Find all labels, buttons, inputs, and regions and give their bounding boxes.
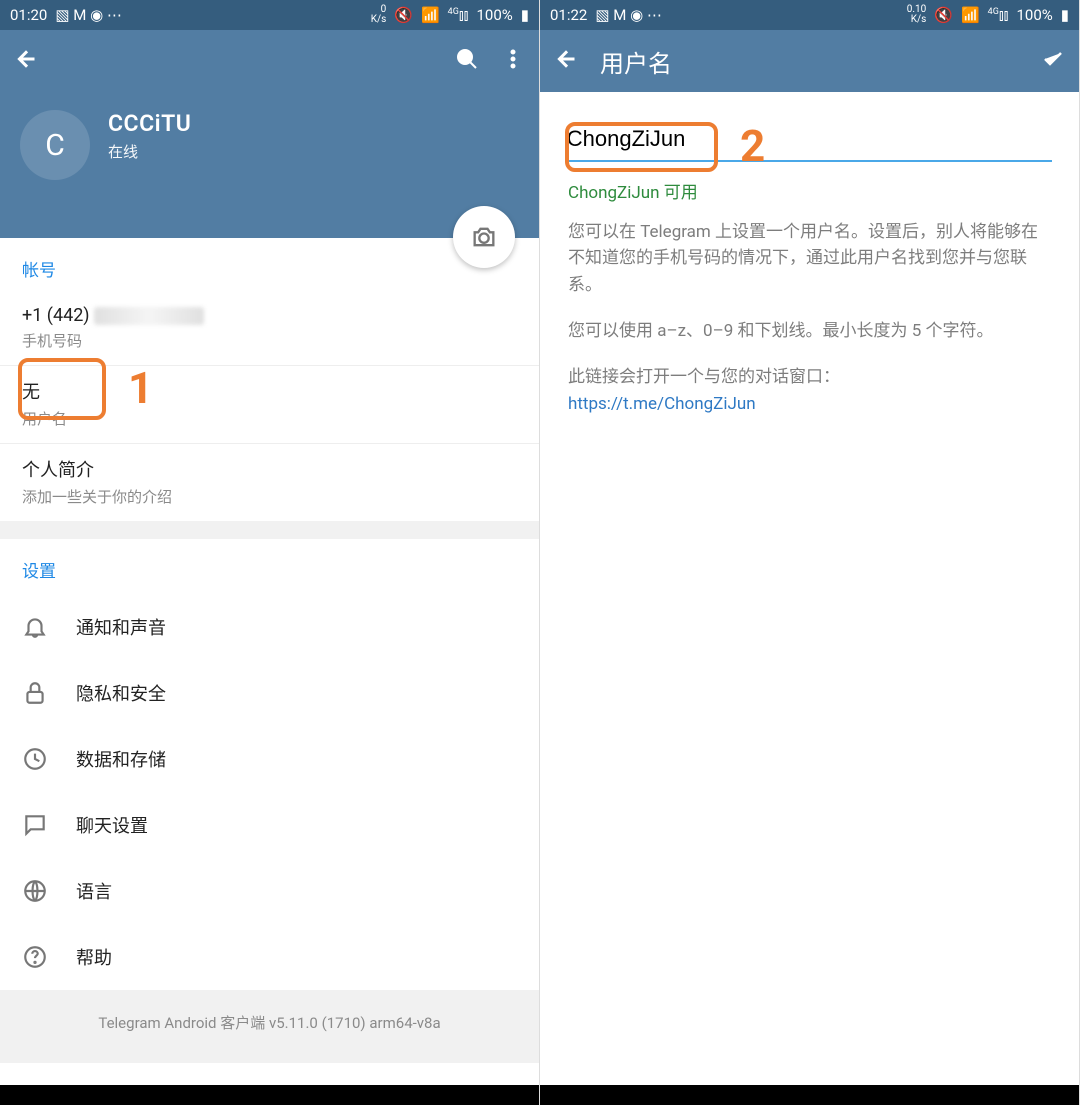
settings-screen: 01:20 ▧ M ◉ ⋯ 0 K/s 🔇 📶 4G⫾⫾ 100% ▮ C CC… (0, 0, 540, 1105)
phone-blurred (94, 307, 204, 325)
camera-icon (470, 223, 498, 251)
status-signal-icon: 4G⫾⫾ (448, 6, 469, 24)
status-bar: 01:22 ▧ M ◉ ⋯ 0.10 K/s 🔇 📶 4G⫾⫾ 100% ▮ (540, 0, 1079, 30)
help-text-1: 您可以在 Telegram 上设置一个用户名。设置后，别人将能够在不知道您的手机… (554, 209, 1065, 308)
back-icon[interactable] (14, 47, 38, 75)
settings-label: 通知和声音 (76, 614, 166, 640)
back-icon[interactable] (554, 47, 578, 75)
status-time: 01:22 (550, 6, 587, 24)
settings-data[interactable]: 数据和存储 (0, 726, 539, 792)
globe-icon (22, 878, 48, 904)
android-nav-bar (0, 1085, 539, 1105)
app-bar (0, 30, 539, 92)
android-nav-bar (540, 1085, 1079, 1105)
settings-chat[interactable]: 聊天设置 (0, 792, 539, 858)
chat-icon (22, 812, 48, 838)
status-rate: 0 K/s (371, 5, 387, 25)
status-notif-icons: ▧ M ◉ ⋯ (55, 6, 122, 24)
settings-help[interactable]: 帮助 (0, 924, 539, 990)
status-bar: 01:20 ▧ M ◉ ⋯ 0 K/s 🔇 📶 4G⫾⫾ 100% ▮ (0, 0, 539, 30)
clock-icon (22, 746, 48, 772)
section-divider (0, 521, 539, 539)
help-text-3: 此链接会打开一个与您的对话窗口： https://t.me/ChongZiJun (554, 354, 1065, 427)
status-notif-icons: ▧ M ◉ ⋯ (595, 6, 662, 24)
version-footer: Telegram Android 客户端 v5.11.0 (1710) arm6… (0, 990, 539, 1063)
avatar[interactable]: C (20, 110, 90, 180)
page-title: 用户名 (600, 44, 672, 79)
profile-header: C CCCiTU 在线 (0, 92, 539, 238)
phone-value: +1 (442) (22, 305, 517, 326)
status-time: 01:20 (10, 6, 47, 24)
bio-row[interactable]: 个人简介 添加一些关于你的介绍 (0, 444, 539, 521)
username-row[interactable]: 无 用户名 (0, 366, 539, 444)
settings-label: 聊天设置 (76, 812, 148, 838)
status-mute-icon: 🔇 (934, 6, 953, 24)
settings-label: 数据和存储 (76, 746, 166, 772)
bio-title: 个人简介 (22, 456, 517, 482)
phone-label: 手机号码 (22, 330, 517, 351)
profile-link[interactable]: https://t.me/ChongZiJun (568, 394, 756, 414)
avatar-initial: C (45, 128, 65, 163)
settings-privacy[interactable]: 隐私和安全 (0, 660, 539, 726)
status-battery: 100% (1016, 6, 1052, 24)
settings-label: 隐私和安全 (76, 680, 166, 706)
status-signal-icon: 4G⫾⫾ (988, 6, 1009, 24)
battery-icon: ▮ (521, 6, 529, 24)
username-available: ChongZiJun 可用 (554, 162, 1065, 209)
camera-button[interactable] (453, 206, 515, 268)
status-mute-icon: 🔇 (394, 6, 413, 24)
settings-language[interactable]: 语言 (0, 858, 539, 924)
help-text-2: 您可以使用 a–z、0–9 和下划线。最小长度为 5 个字符。 (554, 308, 1065, 354)
battery-icon: ▮ (1061, 6, 1069, 24)
search-icon[interactable] (455, 47, 479, 75)
confirm-icon[interactable] (1041, 47, 1065, 75)
bell-icon (22, 614, 48, 640)
status-wifi-icon: 📶 (421, 6, 440, 24)
help-icon (22, 944, 48, 970)
section-settings-header: 设置 (0, 539, 539, 594)
status-battery: 100% (476, 6, 512, 24)
username-input[interactable] (567, 120, 1052, 162)
help-link-intro: 此链接会打开一个与您的对话窗口： (568, 367, 840, 387)
status-rate: 0.10 K/s (907, 5, 927, 25)
settings-notifications[interactable]: 通知和声音 (0, 594, 539, 660)
phone-prefix: +1 (442) (22, 305, 94, 326)
settings-label: 帮助 (76, 944, 112, 970)
settings-label: 语言 (76, 878, 112, 904)
profile-status: 在线 (108, 141, 191, 162)
username-edit-screen: 01:22 ▧ M ◉ ⋯ 0.10 K/s 🔇 📶 4G⫾⫾ 100% ▮ 用… (540, 0, 1080, 1105)
profile-name: CCCiTU (108, 110, 191, 137)
app-bar: 用户名 (540, 30, 1079, 92)
bio-sub: 添加一些关于你的介绍 (22, 486, 517, 507)
username-value: 无 (22, 378, 517, 404)
status-wifi-icon: 📶 (961, 6, 980, 24)
phone-row[interactable]: +1 (442) 手机号码 (0, 293, 539, 366)
username-label: 用户名 (22, 408, 517, 429)
more-icon[interactable] (501, 47, 525, 75)
lock-icon (22, 680, 48, 706)
